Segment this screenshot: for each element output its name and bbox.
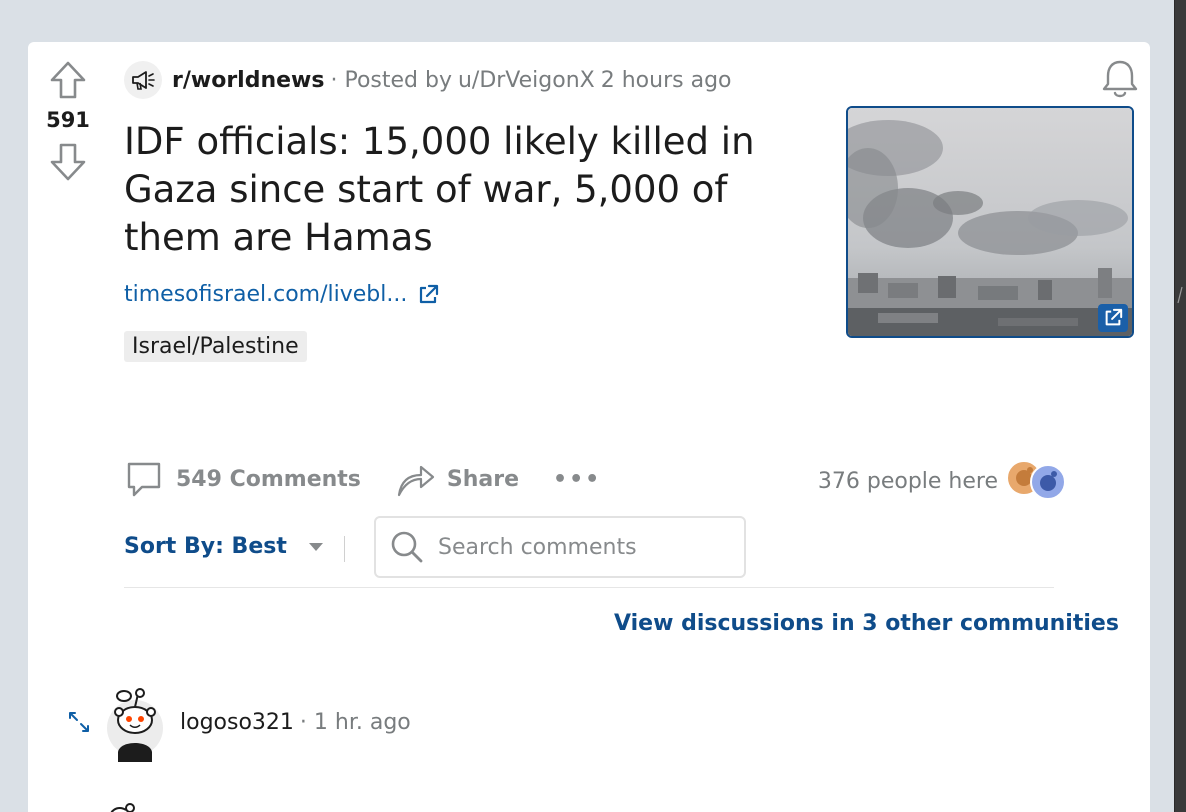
search-icon [391, 531, 423, 563]
thumbnail-image [848, 108, 1132, 336]
window-edge-glyph [1177, 286, 1183, 304]
post-flair[interactable]: Israel/Palestine [124, 331, 307, 362]
other-discussions-link[interactable]: View discussions in 3 other communities [614, 611, 1119, 636]
more-options-icon: ••• [553, 466, 602, 492]
sort-dropdown[interactable]: Sort By: Best [124, 534, 325, 559]
toolbar-divider [344, 536, 345, 562]
comments-toolbar: Sort By: Best [124, 514, 1054, 588]
expand-arrows-icon[interactable] [64, 707, 94, 737]
bell-icon[interactable] [1100, 58, 1140, 100]
post-actions: 549 Comments Share ••• 376 people here [124, 454, 1074, 504]
comments-button[interactable]: 549 Comments [124, 459, 361, 499]
comment-time: · 1 hr. ago [299, 709, 411, 735]
background-window-edge [1174, 0, 1186, 812]
external-link[interactable]: timesofisrael.com/livebl... [124, 282, 439, 307]
post-title[interactable]: IDF officials: 15,000 likely killed in G… [124, 118, 824, 262]
next-commenter-avatar [110, 803, 135, 812]
search-comments-input[interactable] [438, 534, 718, 560]
thumbnail-external-icon[interactable] [1098, 304, 1128, 332]
share-arrow-icon [397, 465, 434, 497]
external-link-icon [420, 284, 439, 303]
vote-score: 591 [46, 108, 90, 132]
author-link[interactable]: u/DrVeigonX [458, 68, 595, 93]
comment-bubble-icon [127, 462, 161, 497]
post-card: 591 r/worldnews · Posted by u/DrVeigonX … [28, 42, 1150, 812]
online-indicator: 376 people here [818, 460, 1072, 502]
comments-label: 549 Comments [176, 466, 361, 492]
sort-label: Sort By: Best [124, 534, 287, 559]
more-options-button[interactable]: ••• [553, 467, 601, 492]
vote-column: 591 [28, 60, 108, 182]
share-button[interactable]: Share [395, 459, 519, 499]
post-meta-prefix: · Posted by [330, 67, 452, 93]
user-avatar-2 [1030, 464, 1066, 500]
post-header: r/worldnews · Posted by u/DrVeigonX 2 ho… [124, 61, 732, 99]
upvote-arrow-icon[interactable] [49, 60, 87, 100]
subreddit-link[interactable]: r/worldnews [172, 68, 324, 93]
search-comments-box[interactable] [374, 516, 746, 578]
downvote-arrow-icon[interactable] [49, 142, 87, 182]
comment-header: logoso321 · 1 hr. ago [64, 682, 411, 762]
comment-username[interactable]: logoso321 [180, 710, 294, 735]
external-link-text[interactable]: timesofisrael.com/livebl... [124, 282, 407, 307]
window-edge-line [1174, 0, 1175, 812]
post-time: 2 hours ago [600, 67, 732, 93]
share-label: Share [446, 466, 520, 492]
post-thumbnail[interactable] [846, 106, 1134, 338]
commenter-avatar[interactable] [106, 682, 164, 762]
online-avatars [1006, 460, 1072, 502]
megaphone-icon[interactable] [124, 61, 162, 99]
caret-down-icon [308, 542, 323, 551]
online-count: 376 people here [817, 468, 998, 494]
